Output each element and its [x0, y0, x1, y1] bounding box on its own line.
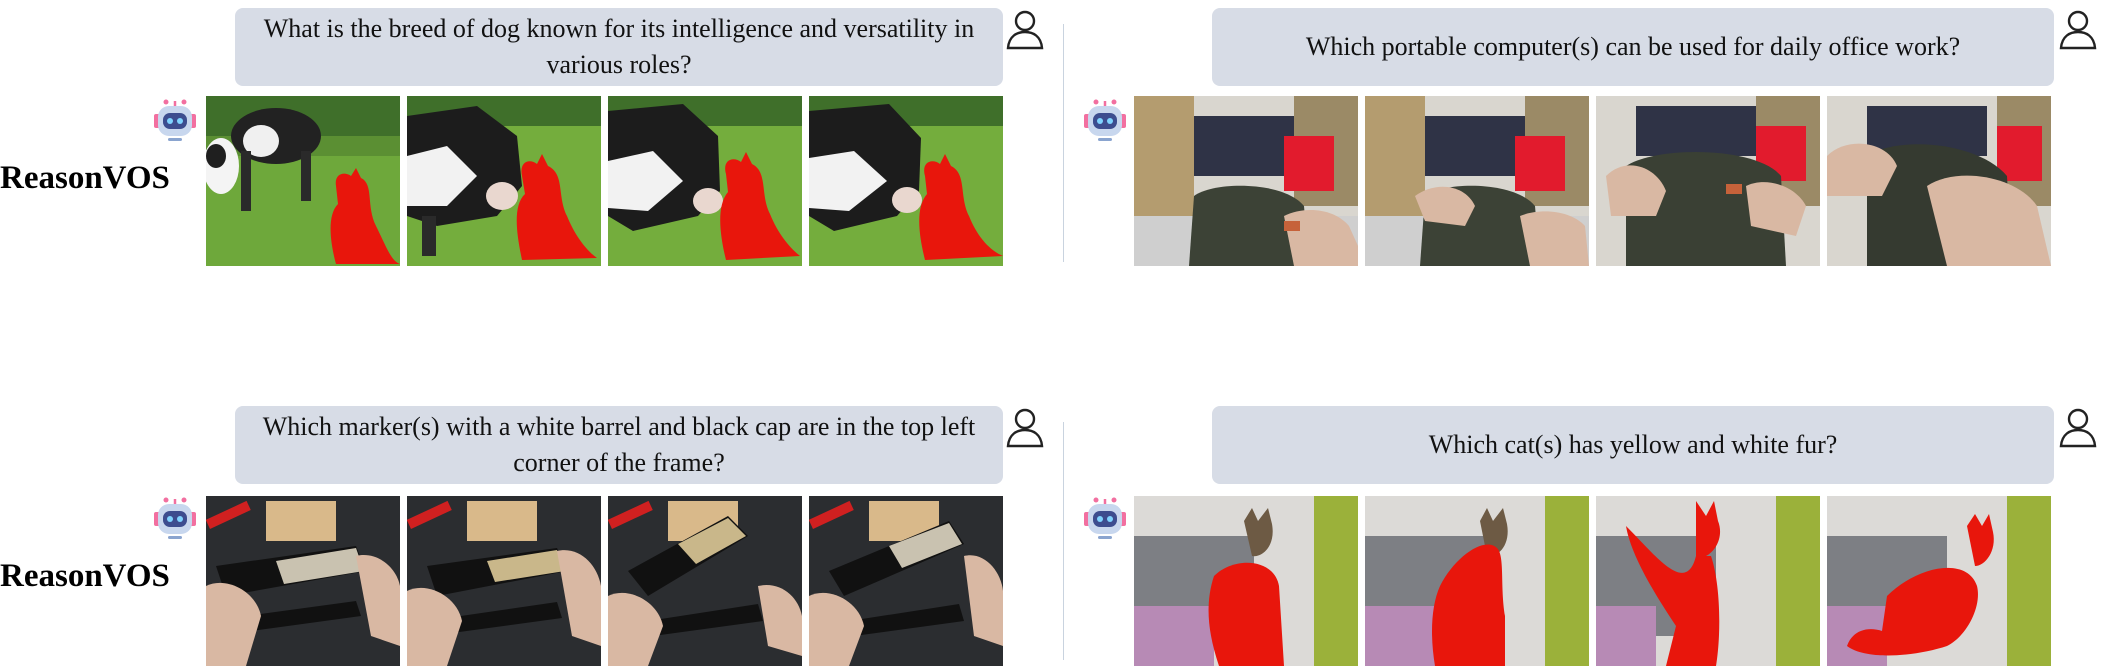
method-label-2: ReasonVOS: [0, 558, 170, 594]
divider-bottom: [1063, 422, 1064, 660]
video-frame: [1365, 496, 1589, 666]
video-frame: [608, 496, 802, 666]
video-frame: [809, 496, 1003, 666]
question-text-4: Which cat(s) has yellow and white fur?: [1428, 430, 1838, 459]
video-frame: [809, 96, 1003, 266]
frame-strip-2: [1134, 96, 2051, 266]
robot-icon: [154, 497, 196, 539]
question-box-4: Which cat(s) has yellow and white fur?: [1212, 406, 2054, 484]
frame-strip-1: [206, 96, 1003, 266]
video-frame: [1827, 496, 2051, 666]
video-frame: [1365, 96, 1589, 266]
user-icon: [1006, 408, 1044, 448]
robot-icon: [1084, 99, 1126, 141]
video-frame: [407, 496, 601, 666]
robot-icon: [154, 99, 196, 141]
video-frame: [1134, 96, 1358, 266]
frame-strip-3: [206, 496, 1003, 666]
question-box-3: Which marker(s) with a white barrel and …: [235, 406, 1003, 484]
user-icon: [2059, 408, 2097, 448]
video-frame: [206, 96, 400, 266]
user-icon: [1006, 10, 1044, 50]
question-text-3: Which marker(s) with a white barrel and …: [262, 412, 976, 477]
video-frame: [608, 96, 802, 266]
robot-icon: [1084, 497, 1126, 539]
video-frame: [1596, 496, 1820, 666]
video-frame: [1596, 96, 1820, 266]
frame-strip-4: [1134, 496, 2051, 666]
question-box-2: Which portable computer(s) can be used f…: [1212, 8, 2054, 86]
divider-top: [1063, 24, 1064, 262]
video-frame: [206, 496, 400, 666]
video-frame: [1134, 496, 1358, 666]
question-text-2: Which portable computer(s) can be used f…: [1305, 32, 1961, 61]
video-frame: [1827, 96, 2051, 266]
video-frame: [407, 96, 601, 266]
method-label-1: ReasonVOS: [0, 160, 170, 196]
question-text-1: What is the breed of dog known for its i…: [263, 14, 975, 79]
user-icon: [2059, 10, 2097, 50]
question-box-1: What is the breed of dog known for its i…: [235, 8, 1003, 86]
